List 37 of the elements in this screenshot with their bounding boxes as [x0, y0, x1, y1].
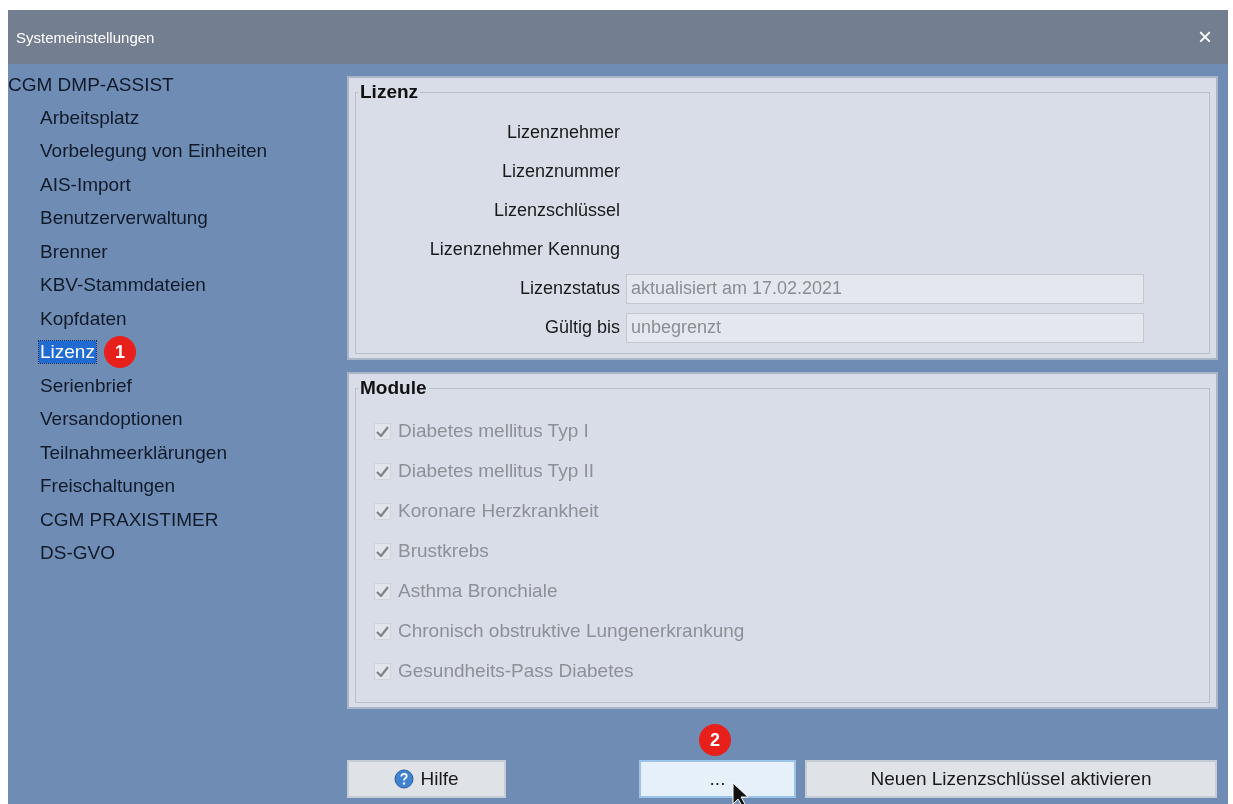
field-label: Lizenznehmer [505, 122, 620, 143]
tree-item[interactable]: Brenner [39, 240, 109, 263]
action-button[interactable]: Neuen Lizenzschlüssel aktivieren [805, 760, 1217, 798]
checkbox-label: Asthma Bronchiale [398, 580, 558, 602]
tree-item[interactable]: KBV-Stammdateien [39, 274, 207, 297]
tree-item[interactable]: Lizenz [39, 341, 96, 364]
tree-item[interactable]: CGM DMP-ASSIST [8, 68, 174, 101]
checkbox-label: Gesundheits-Pass Diabetes [398, 660, 634, 682]
tree-item[interactable]: Teilnahmeerklärungen [39, 441, 228, 464]
field-label: Gültig bis [543, 317, 620, 338]
help-icon [394, 769, 415, 789]
tree-item[interactable]: Freischaltungen [39, 475, 177, 498]
help-button[interactable]: Hilfe [347, 760, 506, 798]
checkbox-label: Brustkrebs [398, 540, 489, 562]
tree-item[interactable]: Kopfdaten [39, 307, 128, 330]
checkbox-label: Koronare Herzkrankheit [398, 500, 599, 522]
step-badge: 2 [699, 724, 731, 756]
field-label: Lizenznehmer Kennung [428, 239, 620, 260]
input-field[interactable]: unbegrenzt [626, 312, 1144, 343]
tree-item[interactable]: AIS-Import [39, 173, 132, 196]
tree-item[interactable]: DS-GVO [39, 542, 116, 565]
field-label: Lizenznummer [500, 161, 620, 182]
tree-item[interactable]: Benutzerverwaltung [39, 207, 209, 230]
step-badge: 1 [103, 336, 136, 369]
field-label: Lizenzschlüssel [492, 200, 620, 221]
window-title: Systemeinstellungen [16, 28, 155, 46]
close-button[interactable]: × [1194, 23, 1216, 51]
tree-item[interactable]: Vorbelegung von Einheiten [39, 140, 269, 163]
checkbox-label: Diabetes mellitus Typ II [398, 460, 595, 482]
field-label: Lizenzstatus [518, 278, 620, 299]
tree-item[interactable]: Arbeitsplatz [39, 106, 141, 129]
checkbox-label: Diabetes mellitus Typ I [398, 420, 589, 442]
tree-item[interactable]: Versandoptionen [39, 408, 184, 431]
tree-item[interactable]: Serienbrief [39, 374, 133, 397]
tree-item[interactable]: CGM PRAXISTIMER [39, 508, 220, 531]
checkbox-label: Chronisch obstruktive Lungenerkrankung [398, 620, 745, 642]
input-field[interactable]: aktualisiert am 17.02.2021 [626, 273, 1144, 304]
